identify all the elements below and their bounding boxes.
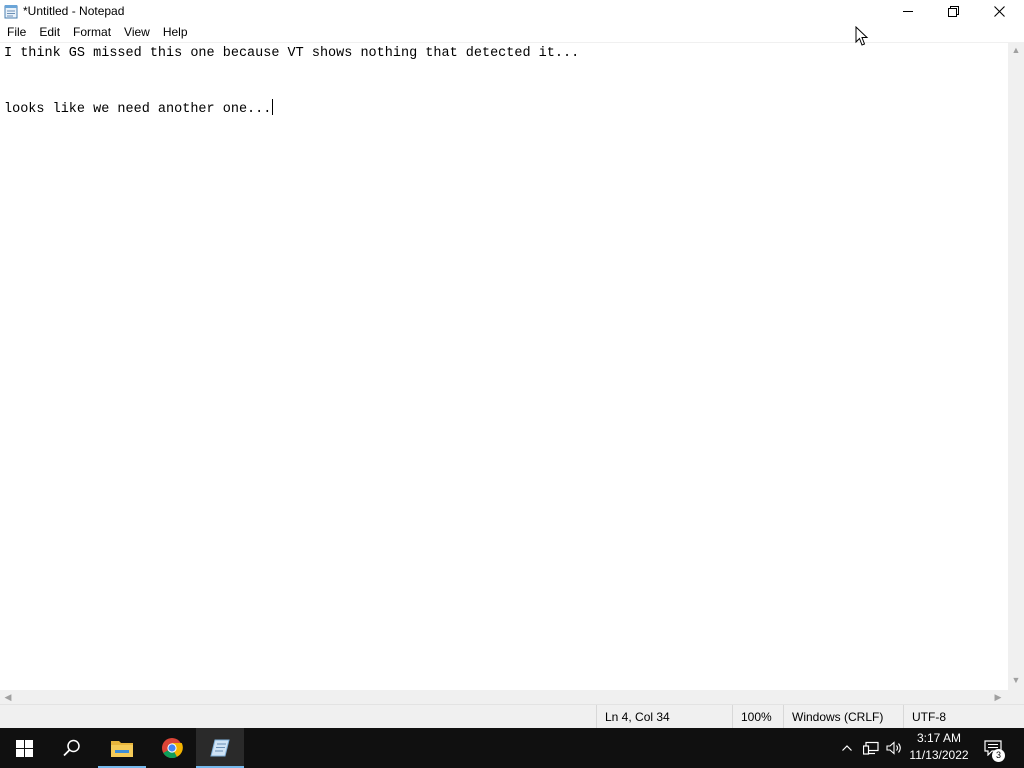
close-button[interactable] (976, 0, 1022, 22)
taskbar-notepad[interactable] (196, 728, 244, 768)
notepad-icon (4, 4, 18, 19)
scroll-left-arrow-icon[interactable]: ◀ (0, 690, 16, 704)
network-button[interactable] (860, 728, 882, 768)
status-bar: Ln 4, Col 34 100% Windows (CRLF) UTF-8 (0, 704, 1024, 729)
start-icon (15, 739, 33, 757)
scroll-down-arrow-icon[interactable]: ▼ (1008, 672, 1024, 688)
taskbar-chrome[interactable] (148, 728, 196, 768)
show-hidden-icons-button[interactable] (838, 728, 856, 768)
taskbar-clock[interactable]: 3:17 AM 11/13/2022 (903, 730, 975, 764)
scroll-up-arrow-icon[interactable]: ▲ (1008, 42, 1024, 58)
editor-line-text: looks like we need another one... (4, 102, 272, 117)
editor-content[interactable]: I think GS missed this one because VT sh… (4, 45, 579, 119)
cursor-position: Ln 4, Col 34 (596, 705, 732, 729)
chevron-up-icon (842, 745, 852, 751)
action-center-button[interactable] (980, 728, 1006, 768)
menu-file[interactable]: File (0, 23, 32, 42)
editor-line: looks like we need another one... (4, 99, 579, 119)
restore-icon (947, 5, 959, 17)
network-icon (863, 741, 879, 755)
restore-button[interactable] (930, 0, 976, 22)
menu-format[interactable]: Format (66, 23, 117, 42)
minimize-button[interactable] (885, 0, 931, 22)
close-icon (993, 5, 1005, 17)
editor-line: I think GS missed this one because VT sh… (4, 46, 580, 61)
speaker-icon (886, 741, 901, 755)
horizontal-scrollbar[interactable]: ◀ ▶ (0, 690, 1008, 704)
minimize-icon (903, 11, 913, 12)
clock-date: 11/13/2022 (909, 748, 969, 762)
file-explorer-icon (111, 741, 133, 757)
taskbar: 3:17 AM 11/13/2022 (0, 728, 1024, 768)
encoding: UTF-8 (903, 705, 1024, 729)
search-button[interactable] (48, 728, 96, 768)
line-ending: Windows (CRLF) (783, 705, 903, 729)
menu-bar: File Edit Format View Help (0, 23, 1024, 42)
notification-count-badge: 3 (992, 749, 1005, 762)
text-editor[interactable]: I think GS missed this one because VT sh… (0, 42, 1008, 690)
search-icon (63, 739, 80, 757)
menu-view[interactable]: View (117, 23, 156, 42)
taskbar-file-explorer[interactable] (98, 728, 146, 768)
menu-edit[interactable]: Edit (32, 23, 66, 42)
start-button[interactable] (0, 728, 48, 768)
volume-button[interactable] (884, 728, 904, 768)
zoom-level: 100% (732, 705, 783, 729)
scroll-right-arrow-icon[interactable]: ▶ (990, 690, 1006, 704)
clock-time: 3:17 AM (916, 731, 962, 745)
title-bar: *Untitled - Notepad (0, 0, 1024, 23)
text-caret (272, 99, 274, 115)
window-title: *Untitled - Notepad (23, 4, 125, 18)
vertical-scrollbar[interactable]: ▲ ▼ (1008, 42, 1024, 690)
notepad-icon (210, 739, 230, 757)
chrome-icon (162, 738, 183, 759)
menu-help[interactable]: Help (156, 23, 194, 42)
scrollbar-corner (1008, 690, 1024, 704)
mouse-pointer-icon (855, 26, 869, 46)
